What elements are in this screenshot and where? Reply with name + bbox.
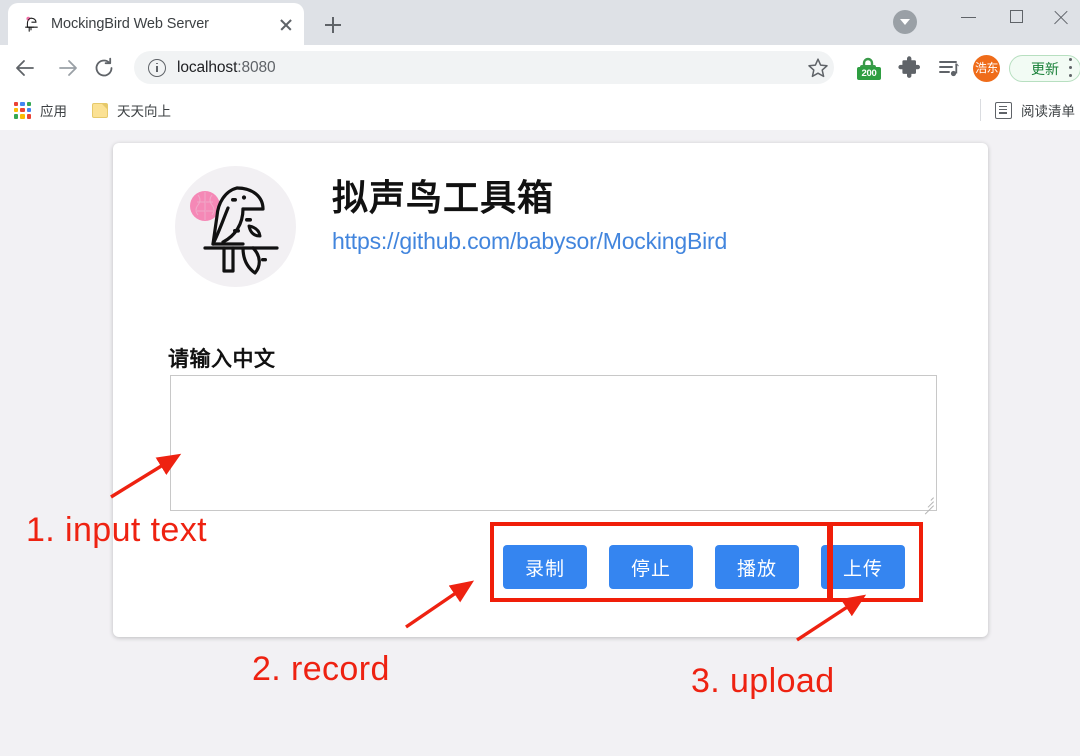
window-maximize-button[interactable] [996,0,1041,34]
media-playlist-icon[interactable] [936,55,962,81]
upload-button[interactable]: 上传 [821,545,905,589]
forward-arrow-icon [59,60,77,76]
page-title: 拟声鸟工具箱 [332,178,555,219]
browser-tab[interactable]: MockingBird Web Server [8,3,304,45]
maximize-icon [1010,10,1023,23]
lock-extension-icon[interactable]: 200 [855,55,881,81]
window-minimize-button[interactable] [948,0,993,34]
new-tab-button[interactable] [318,10,348,40]
reading-list-label: 阅读清单 [1021,104,1075,119]
github-repo-link[interactable]: https://github.com/babysor/MockingBird [332,228,727,255]
site-info-icon[interactable] [148,58,166,77]
bookmarks-bar: 应用 天天向上 阅读清单 [0,90,1080,131]
extension-badge-count: 200 [857,67,881,80]
reading-list-button[interactable]: 阅读清单 [995,98,1075,122]
address-bar[interactable]: localhost:8080 [134,51,834,84]
forward-button[interactable] [53,53,83,83]
url-port: :8080 [237,58,276,76]
bookmark-star-icon[interactable] [806,56,830,80]
minimize-icon [961,17,976,19]
back-arrow-icon [16,60,34,76]
stop-button[interactable]: 停止 [609,545,693,589]
bookmark-folder[interactable]: 天天向上 [92,98,171,122]
profile-avatar[interactable]: 浩东 [973,55,1000,82]
url-host: localhost [177,58,238,76]
browser-toolbar: localhost:8080 200 浩东 更新 [0,45,1080,90]
chevron-down-icon[interactable] [893,10,917,34]
page-header: 拟声鸟工具箱 https://github.com/babysor/Mockin… [113,143,988,293]
play-button[interactable]: 播放 [715,545,799,589]
apps-grid-icon [14,101,31,119]
bookmarks-divider [980,99,981,121]
extensions-puzzle-icon[interactable] [896,55,922,81]
textarea-resize-handle[interactable] [920,494,934,515]
action-button-row: 录制 停止 播放 上传 [503,545,905,589]
main-card: 拟声鸟工具箱 https://github.com/babysor/Mockin… [113,143,988,637]
kebab-menu-icon[interactable] [1069,57,1073,79]
text-input-label: 请输入中文 [168,347,276,371]
bookmark-apps-label: 应用 [40,104,67,119]
title-block: 拟声鸟工具箱 https://github.com/babysor/Mockin… [332,176,727,255]
browser-chrome: MockingBird Web Server localhost:8080 20… [0,0,1080,131]
folder-icon [92,102,108,118]
window-close-button[interactable] [1044,0,1080,34]
record-button[interactable]: 录制 [503,545,587,589]
tab-title: MockingBird Web Server [51,16,209,32]
back-button[interactable] [10,53,40,83]
tab-close-icon[interactable] [276,14,296,34]
page-viewport: 拟声鸟工具箱 https://github.com/babysor/Mockin… [0,130,1080,756]
tab-strip: MockingBird Web Server [0,0,1080,45]
address-bar-url: localhost:8080 [177,59,276,77]
reload-icon [95,57,113,77]
bookmark-folder-label: 天天向上 [117,104,171,119]
bookmark-apps[interactable]: 应用 [14,98,67,122]
tab-favicon-icon [22,15,40,33]
reading-list-icon [995,101,1012,119]
chinese-text-input[interactable] [170,375,937,515]
mockingbird-logo-icon [175,166,296,287]
reload-button[interactable] [89,53,119,83]
